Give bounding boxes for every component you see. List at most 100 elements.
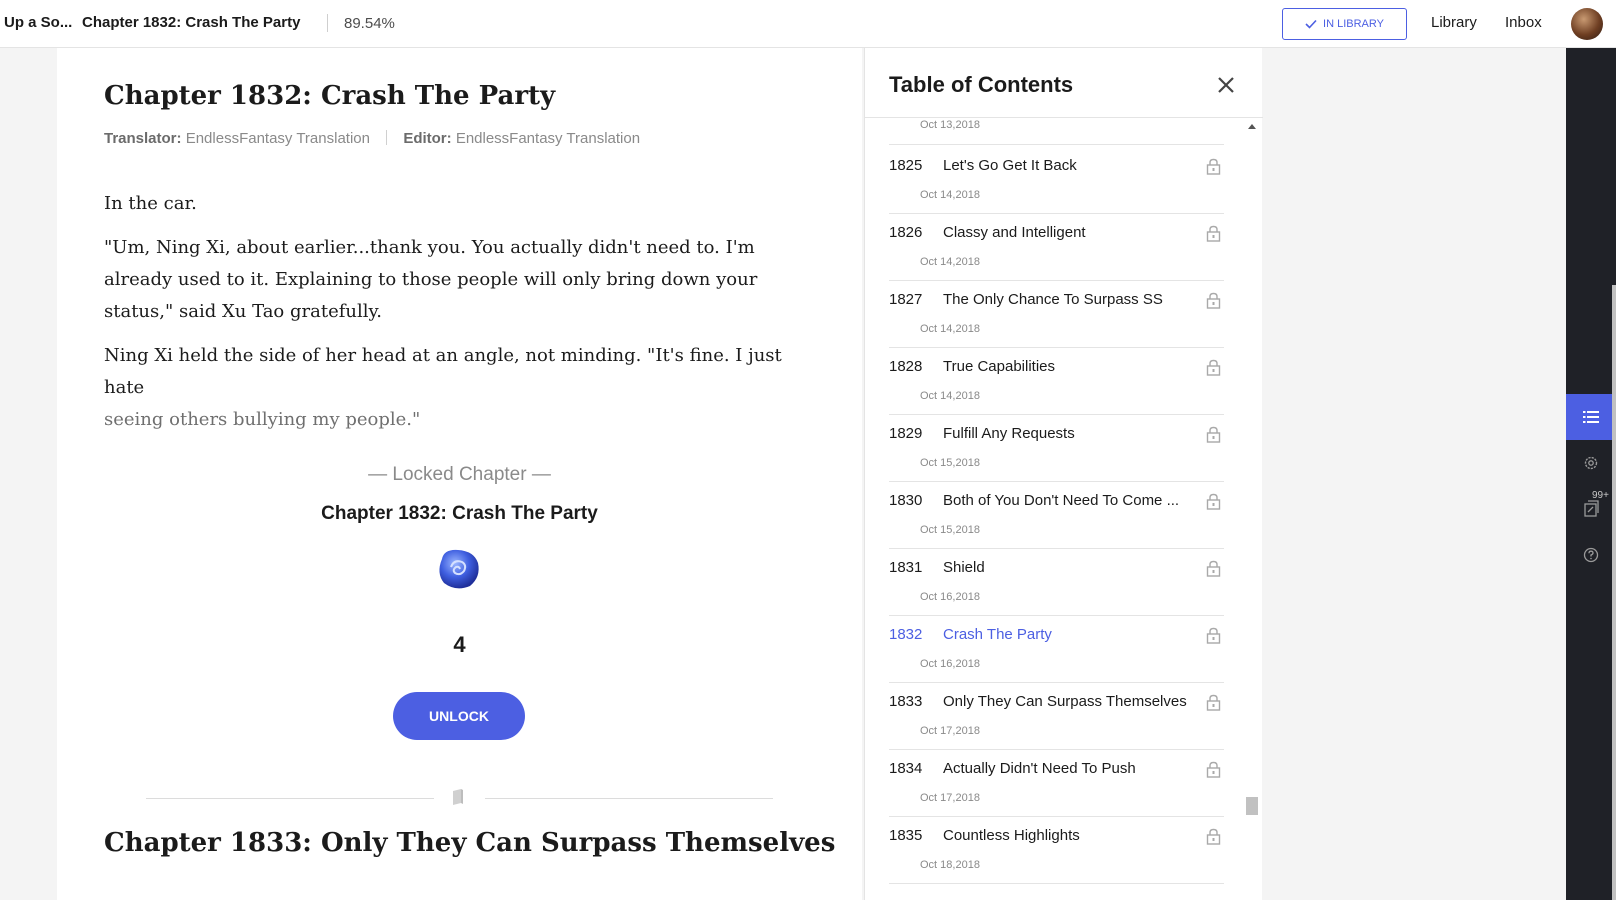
gear-icon [1584,456,1598,470]
paragraph-line-faded: seeing others bullying my people." [104,409,421,430]
page-scrollbar[interactable] [1612,285,1616,900]
toc-item-date: Oct 17,2018 [920,792,980,804]
toc-item[interactable]: 1830 Both of You Don't Need To Come ... Oc… [889,480,1224,549]
toc-item[interactable]: 1827 The Only Chance To Surpass SS Oct 14,… [889,279,1224,348]
toc-item-title: Crash The Party [943,626,1052,643]
lock-icon [1206,828,1221,845]
unlock-cost: 4 [453,632,466,657]
editor-label: Editor: [403,130,452,147]
nav-library-link[interactable]: Library [1431,14,1477,31]
toc-item-number: 1835 [889,827,923,844]
toc-item-title: Actually Didn't Need To Push [943,760,1136,777]
toc-item-number: 1826 [889,224,923,241]
toc-item-title: The Only Chance To Surpass SS [943,291,1163,308]
editor-name: EndlessFantasy Translation [455,130,641,147]
library-icon [1584,500,1599,517]
toc-item-number: 1830 [889,492,923,509]
toc-item-date: Oct 14,2018 [920,390,980,402]
in-library-button[interactable]: IN LIBRARY [1282,8,1407,40]
book-icon [453,789,463,805]
lock-icon [1206,627,1221,644]
toc-scrollbar[interactable] [1245,119,1259,900]
toc-item[interactable]: 1829 Fulfill Any Requests Oct 15,2018 [889,413,1224,482]
list-icon [1583,411,1599,423]
chapter-credits: Translator: EndlessFantasy Translation E… [104,130,640,147]
toc-item[interactable]: 1826 Classy and Intelligent Oct 14,2018 [889,212,1224,281]
chapter-heading: Chapter 1832: Crash The Party [104,81,556,111]
table-of-contents-panel: Table of Contents Oct 13,2018 1825 Let's … [864,48,1263,900]
toc-list[interactable]: Oct 13,2018 1825 Let's Go Get It Back Oct … [889,119,1224,900]
section-divider-left [146,798,434,799]
translator-label: Translator: [104,130,182,147]
gem-icon [439,549,479,589]
toc-item-date: Oct 16,2018 [920,591,980,603]
toc-item-date: Oct 17,2018 [920,725,980,737]
lock-icon [1206,292,1221,309]
lock-icon [1206,359,1221,376]
user-avatar[interactable] [1571,8,1603,40]
toc-toggle-button[interactable] [1566,394,1616,440]
lock-icon [1206,493,1221,510]
chapter-body: In the car. "Um, Ning Xi, about earlier.… [104,188,814,448]
novel-title[interactable]: Up a So... [4,14,72,31]
credits-divider [386,130,388,145]
reading-progress: 89.54% [344,15,395,32]
toc-item[interactable]: 1825 Let's Go Get It Back Oct 14,2018 [889,145,1224,214]
lock-icon [1206,761,1221,778]
toc-item-title: Shield [943,559,985,576]
toc-item-title: Both of You Don't Need To Come ... [943,492,1180,509]
scroll-thumb[interactable] [1246,797,1258,815]
toc-item[interactable]: 1833 Only They Can Surpass Themselves Oct … [889,681,1224,750]
toc-title: Table of Contents [889,72,1074,97]
in-library-label: IN LIBRARY [1323,18,1384,30]
help-button[interactable] [1566,532,1616,578]
toc-item-title: Only They Can Surpass Themselves [943,693,1187,710]
toc-item-date: Oct 18,2018 [920,859,980,871]
toc-item-date: Oct 14,2018 [920,323,980,335]
toc-item-date: Oct 16,2018 [920,658,980,670]
nav-inbox-link[interactable]: Inbox [1505,14,1542,31]
toc-item[interactable]: 1828 True Capabilities Oct 14,2018 [889,346,1224,415]
paragraph: "Um, Ning Xi, about earlier...thank you.… [104,237,758,322]
toc-item-number: 1827 [889,291,923,308]
toc-item-title: Let's Go Get It Back [943,157,1077,174]
reader-tools-rail: 99+ [1566,48,1616,900]
chapter-reader: Chapter 1832: Crash The Party Translator… [57,48,862,900]
settings-button[interactable] [1566,440,1616,486]
notification-badge: 99+ [1592,490,1609,501]
toc-item-number: 1834 [889,760,923,777]
toc-item-date: Oct 15,2018 [920,457,980,469]
section-divider-right [485,798,773,799]
scroll-up-arrow[interactable] [1248,124,1256,129]
toc-item-date: Oct 15,2018 [920,524,980,536]
toc-item-number: 1829 [889,425,923,442]
translator-name: EndlessFantasy Translation [185,130,370,147]
current-chapter-title: Chapter 1832: Crash The Party [82,14,301,31]
toc-item[interactable]: 1832 Crash The Party Oct 16,2018 [889,614,1224,683]
toc-header: Table of Contents [865,48,1263,118]
next-chapter-heading: Chapter 1833: Only They Can Surpass Them… [104,828,836,858]
lock-icon [1206,158,1221,175]
toc-item-date: Oct 14,2018 [920,256,980,268]
paragraph-line: Ning Xi held the side of her head at an … [104,345,782,398]
toc-item[interactable]: 1834 Actually Didn't Need To Push Oct 17,2… [889,748,1224,817]
toc-item-number: 1825 [889,157,923,174]
lock-icon [1206,560,1221,577]
lock-icon [1206,426,1221,443]
locked-chapter-label: — Locked Chapter — [368,464,551,485]
toc-item-title: Fulfill Any Requests [943,425,1075,442]
close-icon[interactable] [1216,75,1236,95]
toc-item-date: Oct 14,2018 [920,189,980,201]
title-divider [327,14,328,32]
paragraph: In the car. [104,193,197,214]
toc-item[interactable]: 1835 Countless Highlights Oct 18,2018 [889,815,1224,884]
toc-item-number: 1828 [889,358,923,375]
toc-item-number: 1832 [889,626,923,643]
toc-item-title: Countless Highlights [943,827,1080,844]
top-bar: Up a So... Chapter 1832: Crash The Party… [0,0,1616,48]
unlock-button[interactable]: UNLOCK [393,692,525,740]
toc-item-title: Classy and Intelligent [943,224,1086,241]
toc-item-date: Oct 13,2018 [920,119,980,131]
toc-item[interactable]: 1831 Shield Oct 16,2018 [889,547,1224,616]
paragraph: Ning Xi held the side of her head at an … [104,340,814,436]
